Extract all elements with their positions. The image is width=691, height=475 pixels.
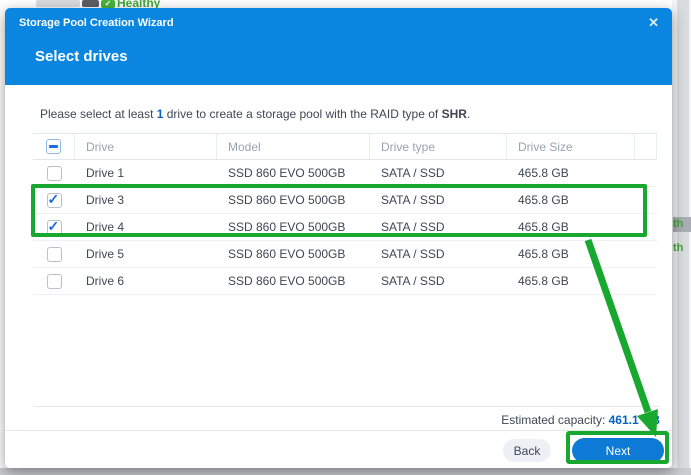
- drive-checkbox[interactable]: ✓: [46, 219, 62, 235]
- background-drive-icon-fragment: [82, 0, 99, 7]
- drive-type: SATA / SSD: [381, 166, 445, 180]
- estimated-capacity-value: 461.1 GB: [608, 413, 660, 427]
- select-all-cell: [33, 134, 75, 159]
- drive-type: SATA / SSD: [381, 220, 445, 234]
- drive-name: Drive 1: [86, 166, 125, 180]
- drive-checkbox[interactable]: ✓: [46, 192, 62, 208]
- drive-type: SATA / SSD: [381, 193, 445, 207]
- background-bottom-edge: [0, 468, 691, 475]
- back-button[interactable]: Back: [503, 439, 551, 462]
- check-icon: ✓: [47, 192, 60, 207]
- check-icon: ✓: [47, 219, 60, 234]
- column-header-model[interactable]: Model: [217, 134, 370, 159]
- instruction-part2: drive to create a storage pool with the …: [163, 107, 442, 121]
- drive-model: SSD 860 EVO 500GB: [228, 274, 346, 288]
- drive-type: SATA / SSD: [381, 274, 445, 288]
- drive-checkbox[interactable]: ✓: [46, 246, 62, 262]
- table-row-drive-6[interactable]: ✓ Drive 6 SSD 860 EVO 500GB SATA / SSD 4…: [33, 268, 657, 295]
- instruction-part3: .: [466, 107, 471, 121]
- healthy-check-icon: ✓: [101, 0, 115, 8]
- table-row-drive-1[interactable]: ✓ Drive 1 SSD 860 EVO 500GB SATA / SSD 4…: [33, 160, 657, 187]
- drive-name: Drive 5: [86, 247, 125, 261]
- close-icon[interactable]: ✕: [648, 16, 659, 30]
- drive-name: Drive 6: [86, 274, 125, 288]
- dialog-footer: Back Next: [5, 430, 672, 468]
- dialog-title: Storage Pool Creation Wizard: [19, 17, 174, 29]
- column-header-drive[interactable]: Drive: [75, 134, 217, 159]
- wizard-step-heading: Select drives: [35, 48, 128, 65]
- storage-pool-wizard-dialog: Storage Pool Creation Wizard ✕ Select dr…: [5, 8, 672, 468]
- drive-size: 465.8 GB: [518, 220, 569, 234]
- table-row-drive-4[interactable]: ✓ Drive 4 SSD 860 EVO 500GB SATA / SSD 4…: [33, 214, 657, 241]
- drive-size: 465.8 GB: [518, 274, 569, 288]
- estimated-capacity: Estimated capacity: 461.1 GB: [33, 406, 660, 430]
- drive-type: SATA / SSD: [381, 247, 445, 261]
- drive-model: SSD 860 EVO 500GB: [228, 166, 346, 180]
- drive-name: Drive 3: [86, 193, 125, 207]
- table-row-drive-5[interactable]: ✓ Drive 5 SSD 860 EVO 500GB SATA / SSD 4…: [33, 241, 657, 268]
- column-header-spacer: [635, 134, 657, 159]
- instruction-text: Please select at least 1 drive to create…: [40, 107, 470, 121]
- select-all-checkbox[interactable]: [46, 139, 61, 154]
- drive-table: Drive Model Drive type Drive Size ✓ Driv…: [33, 133, 657, 295]
- instruction-part1: Please select at least: [40, 107, 157, 121]
- drive-checkbox[interactable]: ✓: [46, 165, 62, 181]
- next-button[interactable]: Next: [572, 438, 664, 463]
- estimated-capacity-label: Estimated capacity:: [501, 413, 609, 427]
- raid-type: SHR: [441, 107, 467, 121]
- drive-model: SSD 860 EVO 500GB: [228, 220, 346, 234]
- drive-size: 465.8 GB: [518, 193, 569, 207]
- drive-name: Drive 4: [86, 220, 125, 234]
- column-header-drive-type[interactable]: Drive type: [370, 134, 507, 159]
- background-scrollbar-band: [677, 0, 689, 475]
- background-healthy-fragment-1: th: [673, 217, 691, 232]
- table-header-row: Drive Model Drive type Drive Size: [33, 133, 657, 160]
- drive-size: 465.8 GB: [518, 166, 569, 180]
- drive-model: SSD 860 EVO 500GB: [228, 193, 346, 207]
- drive-checkbox[interactable]: ✓: [46, 273, 62, 289]
- background-healthy-fragment-2: th: [673, 242, 684, 254]
- dialog-header: Storage Pool Creation Wizard ✕ Select dr…: [5, 8, 672, 85]
- drive-size: 465.8 GB: [518, 247, 569, 261]
- drive-model: SSD 860 EVO 500GB: [228, 247, 346, 261]
- column-header-drive-size[interactable]: Drive Size: [507, 134, 635, 159]
- background-drive-bay-fragment: [36, 0, 80, 7]
- table-row-drive-3[interactable]: ✓ Drive 3 SSD 860 EVO 500GB SATA / SSD 4…: [33, 187, 657, 214]
